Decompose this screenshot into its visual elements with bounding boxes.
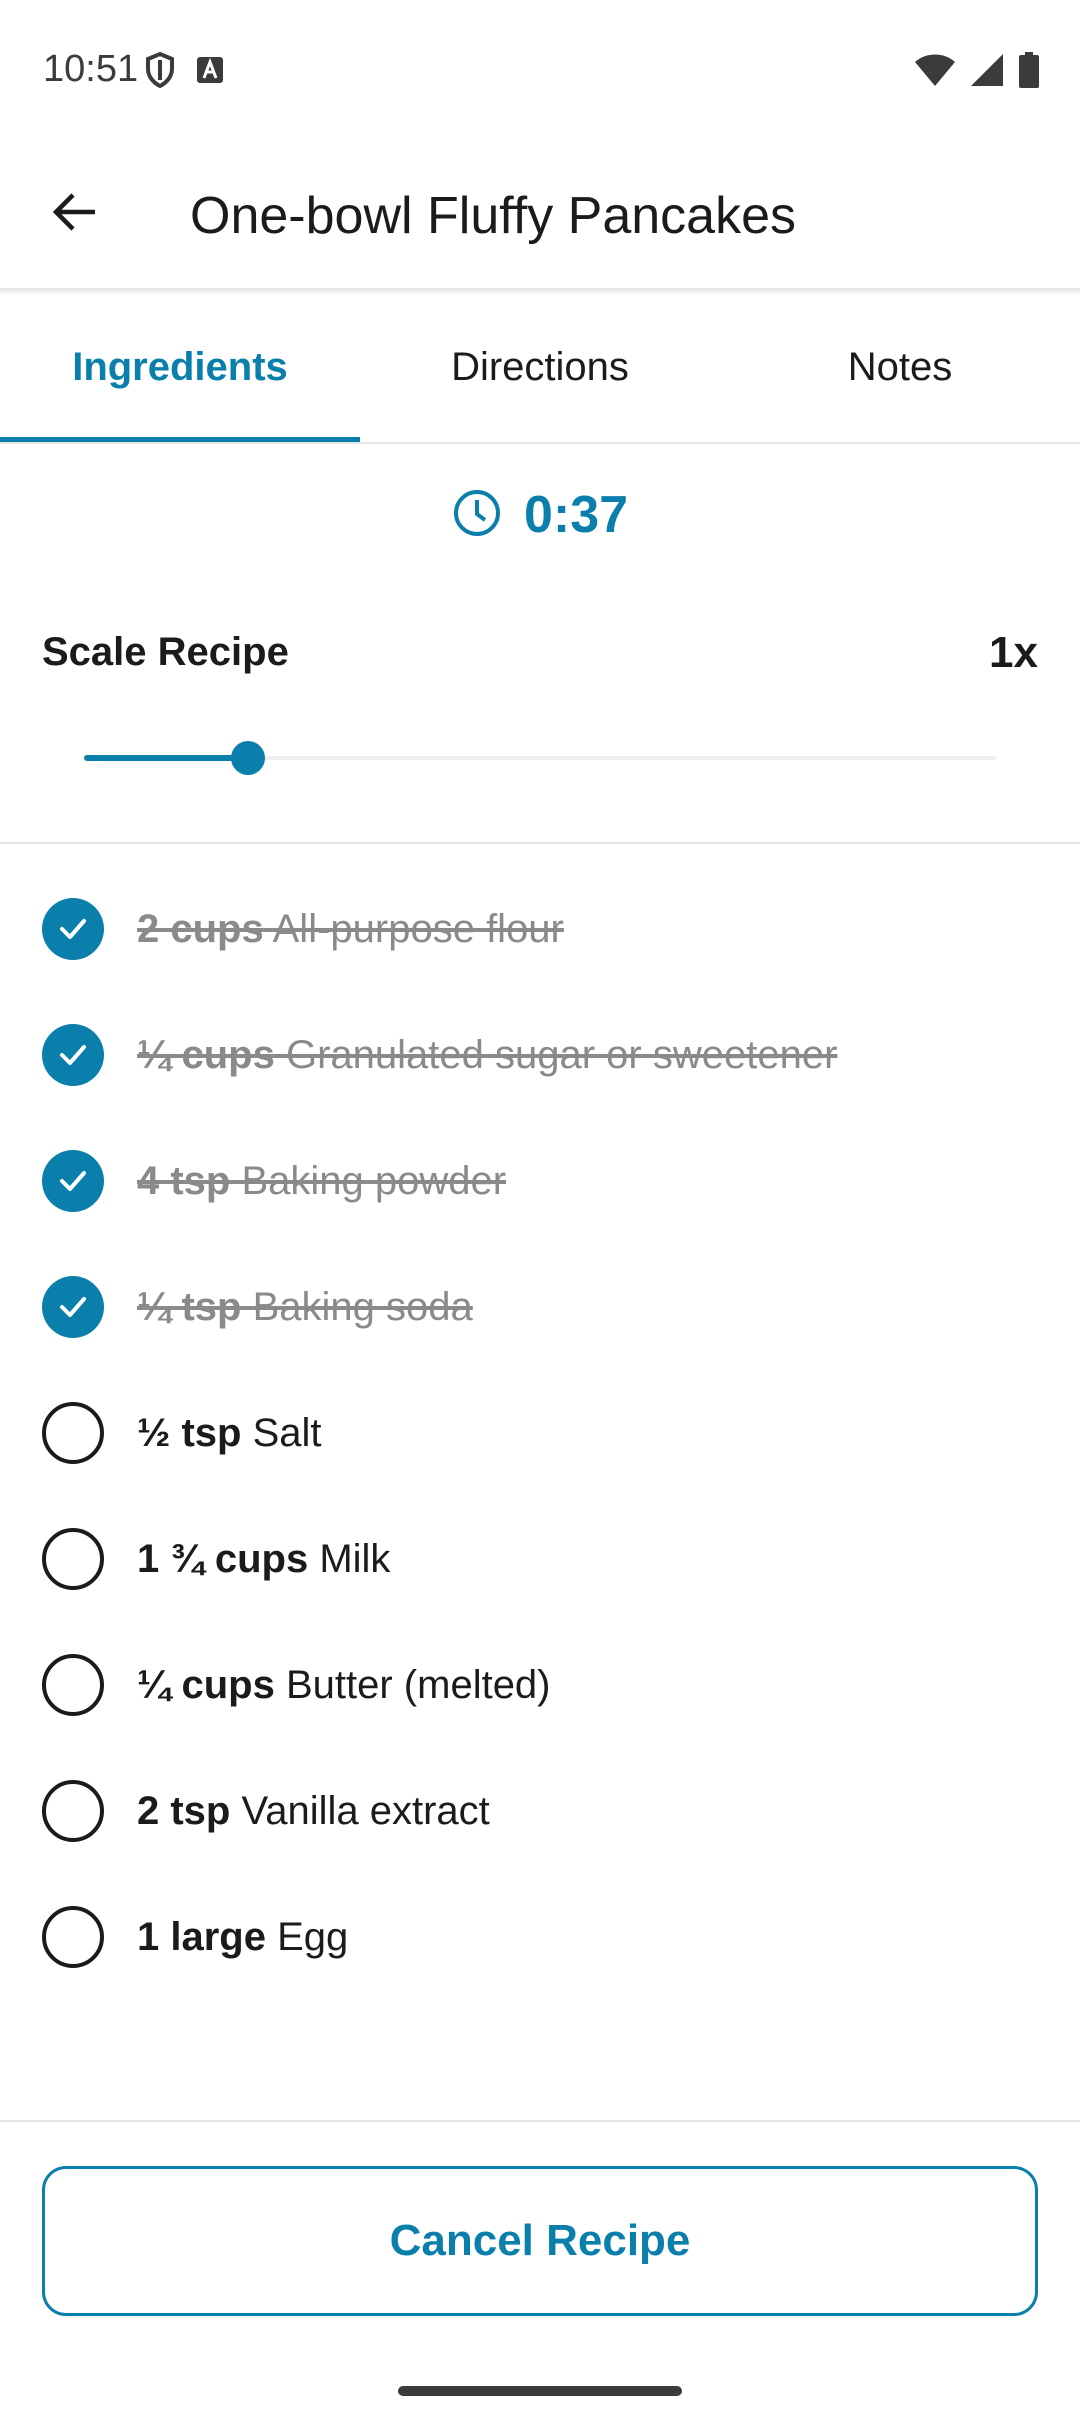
footer-divider bbox=[0, 2120, 1080, 2122]
ingredient-checkbox[interactable] bbox=[42, 1150, 104, 1212]
ingredient-quantity: ¼ cups bbox=[137, 1662, 275, 1707]
battery-icon bbox=[1018, 52, 1040, 93]
ingredient-item[interactable]: 1 large Egg bbox=[0, 1874, 1080, 2000]
cook-timer: 0:37 bbox=[0, 480, 1080, 550]
ingredient-quantity: 1 large bbox=[137, 1914, 266, 1959]
recipe-screen: 10:51 One-bowl Fluffy Pancakes Ingredien… bbox=[0, 0, 1080, 2424]
status-right-icons bbox=[914, 52, 1040, 93]
ingredient-name: Salt bbox=[252, 1410, 322, 1455]
ingredient-name: Vanilla extract bbox=[241, 1788, 490, 1833]
shield-icon bbox=[145, 51, 175, 93]
wifi-icon bbox=[914, 53, 956, 92]
ingredient-item[interactable]: 4 tsp Baking powder bbox=[0, 1118, 1080, 1244]
signal-icon bbox=[970, 53, 1004, 92]
status-left-icons bbox=[145, 51, 225, 93]
tab-ingredients[interactable]: Ingredients bbox=[0, 292, 360, 442]
keyboard-a-icon bbox=[195, 55, 225, 90]
clock-icon bbox=[452, 488, 502, 543]
app-bar: One-bowl Fluffy Pancakes bbox=[0, 140, 1080, 290]
ingredient-list: 2 cups All-purpose flour ¼ cups Granulat… bbox=[0, 866, 1080, 2000]
checkmark-icon bbox=[60, 1045, 86, 1065]
ingredient-quantity: 2 cups bbox=[137, 906, 264, 951]
ingredient-text: 1 large Egg bbox=[137, 1915, 348, 1960]
ingredient-text: 2 cups All-purpose flour bbox=[137, 907, 564, 952]
ingredient-quantity: 4 tsp bbox=[137, 1158, 231, 1203]
slider-thumb[interactable] bbox=[231, 741, 265, 775]
ingredient-item[interactable]: ¼ tsp Baking soda bbox=[0, 1244, 1080, 1370]
tab-bar: Ingredients Directions Notes bbox=[0, 292, 1080, 442]
ingredient-checkbox[interactable] bbox=[42, 1906, 104, 1968]
status-bar: 10:51 bbox=[0, 0, 1080, 140]
ingredient-checkbox[interactable] bbox=[42, 1528, 104, 1590]
ingredient-name: Butter (melted) bbox=[285, 1662, 551, 1707]
ingredient-name: Milk bbox=[319, 1536, 391, 1581]
slider-fill bbox=[84, 755, 248, 761]
ingredient-quantity: ¼ tsp bbox=[137, 1284, 242, 1329]
ingredient-name: Granulated sugar or sweetener bbox=[285, 1032, 838, 1077]
ingredient-text: 4 tsp Baking powder bbox=[137, 1159, 506, 1204]
home-indicator[interactable] bbox=[398, 2386, 682, 2396]
ingredient-text: ¼ cups Butter (melted) bbox=[137, 1663, 551, 1708]
ingredient-checkbox[interactable] bbox=[42, 898, 104, 960]
ingredient-quantity: ¼ cups bbox=[137, 1032, 275, 1077]
checkmark-icon bbox=[60, 919, 86, 939]
scale-slider[interactable] bbox=[84, 738, 996, 778]
ingredient-quantity: 1 ¾ cups bbox=[137, 1536, 309, 1581]
scale-recipe-label: Scale Recipe bbox=[42, 630, 289, 674]
section-divider bbox=[0, 842, 1080, 844]
timer-value: 0:37 bbox=[523, 486, 629, 544]
ingredient-text: ¼ tsp Baking soda bbox=[137, 1285, 473, 1330]
tab-notes[interactable]: Notes bbox=[720, 292, 1080, 442]
back-button[interactable] bbox=[36, 176, 112, 252]
status-time: 10:51 bbox=[43, 48, 139, 90]
ingredient-item[interactable]: ¼ cups Butter (melted) bbox=[0, 1622, 1080, 1748]
ingredient-checkbox[interactable] bbox=[42, 1024, 104, 1086]
cancel-recipe-button[interactable]: Cancel Recipe bbox=[42, 2166, 1038, 2316]
ingredient-item[interactable]: ¼ cups Granulated sugar or sweetener bbox=[0, 992, 1080, 1118]
arrow-back-icon bbox=[51, 192, 97, 237]
ingredient-text: 1 ¾ cups Milk bbox=[137, 1537, 390, 1582]
ingredient-checkbox[interactable] bbox=[42, 1276, 104, 1338]
ingredient-text: 2 tsp Vanilla extract bbox=[137, 1789, 490, 1834]
ingredient-name: Baking soda bbox=[252, 1284, 473, 1329]
ingredient-item[interactable]: 1 ¾ cups Milk bbox=[0, 1496, 1080, 1622]
ingredient-quantity: ½ tsp bbox=[137, 1410, 242, 1455]
scale-recipe-value: 1x bbox=[989, 628, 1038, 677]
ingredient-item[interactable]: 2 cups All-purpose flour bbox=[0, 866, 1080, 992]
ingredient-name: Egg bbox=[277, 1914, 349, 1959]
ingredient-quantity: 2 tsp bbox=[137, 1788, 231, 1833]
ingredient-checkbox[interactable] bbox=[42, 1402, 104, 1464]
tabs-divider bbox=[0, 442, 1080, 444]
page-title: One-bowl Fluffy Pancakes bbox=[190, 187, 796, 245]
ingredient-name: All-purpose flour bbox=[272, 906, 564, 951]
tab-directions[interactable]: Directions bbox=[360, 292, 720, 442]
ingredient-item[interactable]: ½ tsp Salt bbox=[0, 1370, 1080, 1496]
ingredient-item[interactable]: 2 tsp Vanilla extract bbox=[0, 1748, 1080, 1874]
checkmark-icon bbox=[60, 1297, 86, 1317]
ingredient-text: ½ tsp Salt bbox=[137, 1411, 322, 1456]
ingredient-checkbox[interactable] bbox=[42, 1654, 104, 1716]
checkmark-icon bbox=[60, 1171, 86, 1191]
ingredient-checkbox[interactable] bbox=[42, 1780, 104, 1842]
ingredient-text: ¼ cups Granulated sugar or sweetener bbox=[137, 1033, 837, 1078]
ingredient-name: Baking powder bbox=[241, 1158, 507, 1203]
